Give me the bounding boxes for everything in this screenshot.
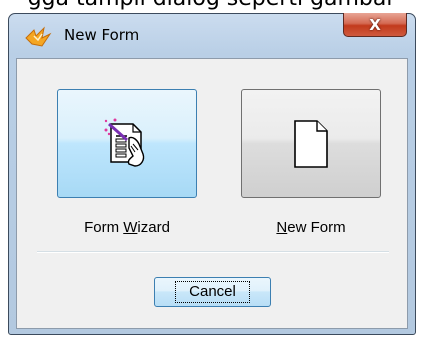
dialog-client-area: Form Wizard New Form Cancel	[16, 58, 408, 329]
new-form-dialog: New Form X Form Wizard New Form Cancel	[8, 13, 416, 335]
blank-document-icon	[294, 119, 328, 168]
cancel-button[interactable]: Cancel	[154, 277, 271, 307]
form-wizard-button[interactable]	[57, 89, 197, 198]
close-button[interactable]: X	[343, 13, 407, 37]
separator	[37, 251, 389, 253]
new-form-button[interactable]	[241, 89, 381, 198]
cancel-button-label: Cancel	[175, 281, 250, 303]
form-wizard-label: Form Wizard	[84, 219, 170, 236]
close-icon: X	[369, 15, 381, 34]
background-caption-text: gga tampil dialog seperti gambar	[0, 0, 423, 13]
app-logo-icon	[25, 26, 52, 47]
form-wizard-icon	[104, 118, 145, 167]
new-form-label: New Form	[276, 219, 346, 236]
window-title: New Form	[64, 26, 140, 44]
